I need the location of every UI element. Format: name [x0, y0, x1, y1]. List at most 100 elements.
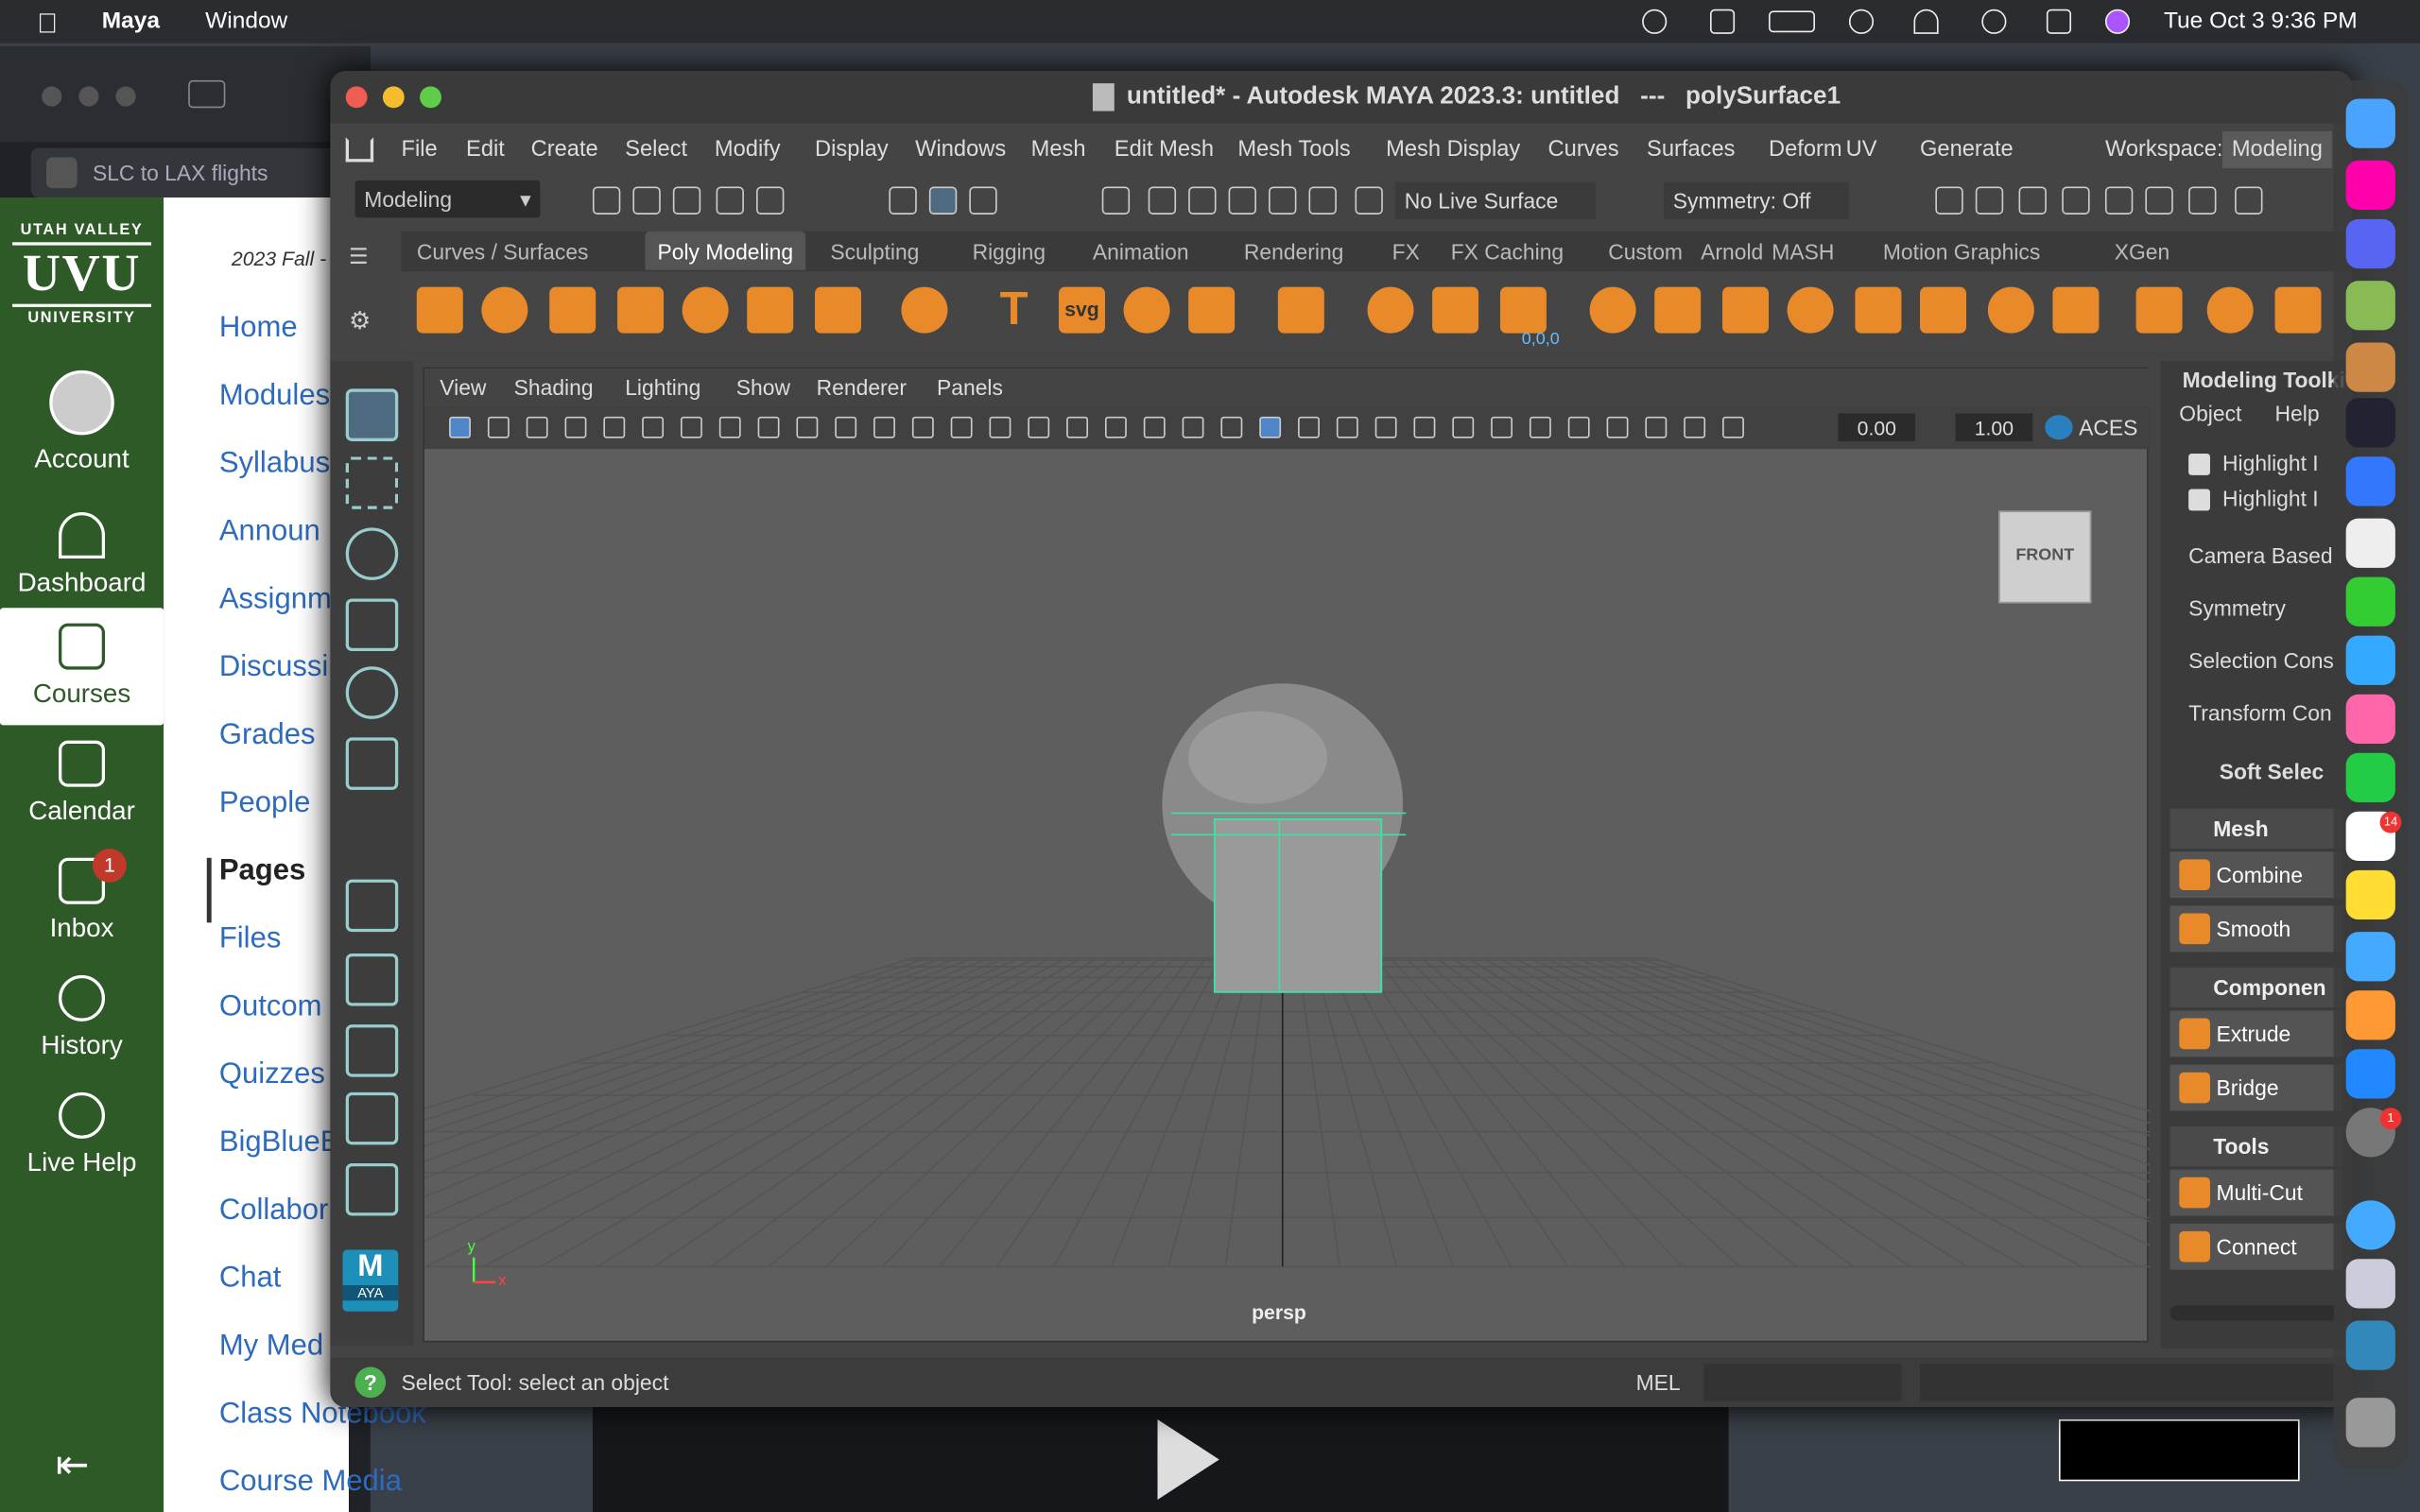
battery-icon[interactable]: [1769, 10, 1815, 33]
wifi-icon[interactable]: [1913, 9, 1939, 34]
status-tool-icon[interactable]: [2145, 186, 2173, 215]
sidebar-icon[interactable]: [188, 79, 226, 109]
toolkit-row[interactable]: Symmetry: [2188, 595, 2286, 620]
status-tool-icon[interactable]: [1188, 186, 1217, 215]
window-menu[interactable]: Window: [205, 8, 287, 34]
nav-dashboard[interactable]: Dashboard: [0, 512, 164, 598]
maps-icon[interactable]: [2345, 635, 2395, 685]
toolkit-button[interactable]: Connect: [2169, 1223, 2343, 1270]
viewport-toggle-icon[interactable]: [989, 416, 1011, 438]
status-tool-icon[interactable]: [1975, 186, 2004, 215]
status-tool-icon[interactable]: [2018, 186, 2047, 215]
status-tool-icon[interactable]: [2235, 186, 2263, 215]
shelf-tab[interactable]: Rigging: [973, 239, 1046, 264]
fill-hole-icon[interactable]: [2135, 286, 2183, 334]
combine-icon[interactable]: [1589, 286, 1636, 334]
nav-courses[interactable]: Courses: [0, 608, 164, 726]
trash-icon[interactable]: [2345, 1398, 2395, 1448]
menu-modify[interactable]: Modify: [715, 137, 781, 162]
zoom-button[interactable]: [420, 86, 441, 109]
safari-icon[interactable]: [2345, 456, 2395, 507]
toolkit-button[interactable]: Combine: [2169, 851, 2343, 899]
viewport-toggle-icon[interactable]: [449, 416, 471, 438]
viewport-menu-view[interactable]: View: [440, 375, 486, 400]
viewport-toggle-icon[interactable]: [1722, 416, 1744, 438]
disk-icon[interactable]: [815, 286, 862, 334]
viewport-toggle-icon[interactable]: [1529, 416, 1551, 438]
notes-icon[interactable]: [2345, 869, 2395, 920]
cone-icon[interactable]: [617, 286, 665, 334]
facetime-icon[interactable]: [2345, 752, 2395, 802]
section-header[interactable]: Tools: [2169, 1125, 2343, 1167]
gamma-field[interactable]: 1.00: [1955, 413, 2033, 441]
highlight-checkbox[interactable]: [2188, 453, 2210, 475]
viewport-toggle-icon[interactable]: [835, 416, 857, 438]
shelf-tab[interactable]: Custom: [1608, 239, 1683, 264]
maya-icon[interactable]: [2345, 1320, 2395, 1370]
viewport-toggle-icon[interactable]: [1028, 416, 1050, 438]
viewport-toggle-icon[interactable]: [1143, 416, 1166, 438]
viewport-toggle-icon[interactable]: [1374, 416, 1397, 438]
play-icon[interactable]: [1981, 9, 2007, 34]
menu-edit-mesh[interactable]: Edit Mesh: [1115, 137, 1214, 162]
clock[interactable]: Tue Oct 3 9:36 PM: [2164, 8, 2358, 34]
status-tool-icon[interactable]: [672, 186, 701, 215]
svg-icon[interactable]: svg: [1059, 286, 1105, 334]
viewport-menu-shading[interactable]: Shading: [514, 375, 594, 400]
select-tool-icon[interactable]: [345, 388, 399, 441]
toolkit-button[interactable]: Extrude: [2169, 1010, 2343, 1057]
viewport-toggle-icon[interactable]: [1645, 416, 1668, 438]
status-tool-icon[interactable]: [1308, 186, 1337, 215]
course-link[interactable]: Files: [219, 922, 282, 956]
creative-cloud-icon[interactable]: [1642, 9, 1668, 34]
apple-icon[interactable]: : [37, 8, 58, 40]
shelf-tab[interactable]: FX Caching: [1451, 239, 1564, 264]
shelf-menu-icon[interactable]: ☰: [349, 244, 369, 270]
outliner-icon[interactable]: [345, 1163, 399, 1216]
status-tool-icon[interactable]: [1269, 186, 1297, 215]
plane-icon[interactable]: [747, 286, 794, 334]
four-pane-icon[interactable]: [345, 1024, 399, 1077]
viewport-toggle-icon[interactable]: [1066, 416, 1089, 438]
status-tool-icon[interactable]: [1228, 186, 1256, 215]
separate-icon[interactable]: [1654, 286, 1702, 334]
course-link[interactable]: Chat: [219, 1263, 282, 1297]
type-icon[interactable]: T: [991, 286, 1037, 334]
viewport-toggle-icon[interactable]: [1413, 416, 1436, 438]
course-link[interactable]: Home: [219, 312, 298, 346]
viewport-toggle-icon[interactable]: [487, 416, 510, 438]
mel-label[interactable]: MEL: [1636, 1370, 1681, 1395]
toolkit-row[interactable]: Selection Cons: [2188, 648, 2334, 673]
viewport-toggle-icon[interactable]: [873, 416, 895, 438]
course-link[interactable]: Syllabus: [219, 447, 330, 481]
soft-mod-icon[interactable]: [345, 879, 399, 933]
viewport-menu-renderer[interactable]: Renderer: [817, 375, 907, 400]
table-icon[interactable]: [1188, 286, 1236, 334]
rotate-tool-icon[interactable]: [345, 666, 399, 719]
chrome-icon[interactable]: [2345, 518, 2395, 568]
paint-select-icon[interactable]: [345, 527, 399, 580]
workspace-select[interactable]: Modeling: [2222, 130, 2332, 168]
course-link[interactable]: Grades: [219, 719, 316, 753]
status-tool-icon[interactable]: [889, 186, 917, 215]
toolkit-button[interactable]: Multi-Cut: [2169, 1169, 2343, 1216]
quicktime-icon[interactable]: [2345, 1200, 2395, 1250]
target-weld-icon[interactable]: [2206, 286, 2254, 334]
shelf-tab[interactable]: Animation: [1093, 239, 1189, 264]
colorspace-label[interactable]: ACES: [2079, 415, 2137, 439]
exposure-field[interactable]: 0.00: [1838, 413, 1916, 441]
course-link[interactable]: Assignm: [219, 583, 332, 617]
sweep-icon[interactable]: [1367, 286, 1414, 334]
viewport-toggle-icon[interactable]: [526, 416, 548, 438]
menu-mesh-display[interactable]: Mesh Display: [1386, 137, 1520, 162]
finder-icon[interactable]: [2345, 98, 2395, 148]
course-link[interactable]: Quizzes: [219, 1058, 325, 1092]
status-tool-icon[interactable]: [1935, 186, 1963, 215]
panel-tab-help[interactable]: Help: [2275, 401, 2320, 425]
menu-uv[interactable]: UV: [1846, 137, 1877, 162]
viewport-toggle-icon[interactable]: [1220, 416, 1243, 438]
section-header[interactable]: Componen: [2169, 967, 2343, 1008]
menu-select[interactable]: Select: [625, 137, 687, 162]
toolkit-button[interactable]: Smooth: [2169, 905, 2343, 953]
max-dot[interactable]: [115, 86, 136, 107]
